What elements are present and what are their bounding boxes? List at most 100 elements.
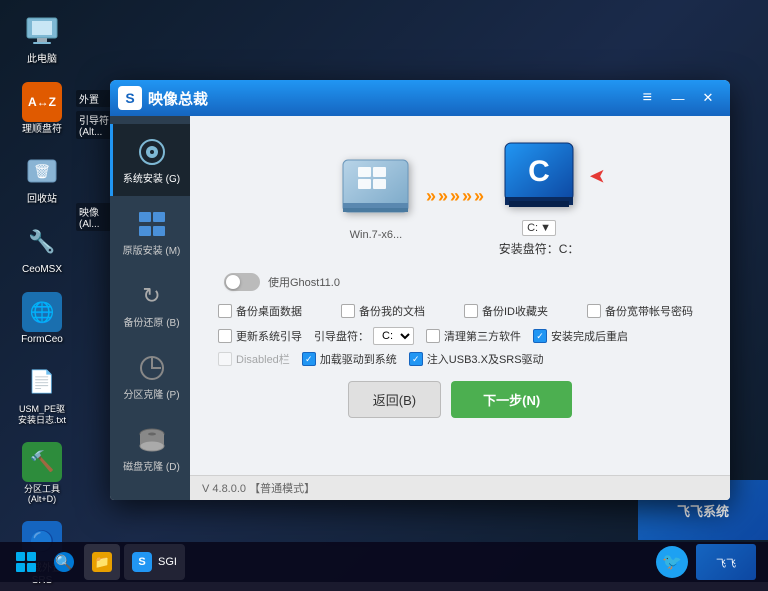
sgi-icon: S bbox=[132, 552, 152, 572]
app-window: S 映像总裁 ≡ — ✕ bbox=[110, 80, 730, 500]
checkbox-update-bootloader[interactable] bbox=[218, 329, 232, 343]
desktop-icon-usm[interactable]: 📄 USM_PE驱安装日志.txt bbox=[8, 358, 76, 430]
menu-icon[interactable]: ≡ bbox=[643, 89, 652, 107]
action-buttons: 返回(B) 下一步(N) bbox=[348, 381, 572, 418]
image-label: 映像(Al... bbox=[76, 203, 112, 231]
twitter-icon[interactable]: 🐦 bbox=[656, 546, 688, 578]
tray-brand-icon: 飞飞 bbox=[696, 544, 756, 580]
close-button[interactable]: ✕ bbox=[694, 87, 722, 109]
sidebar-item-disk-clone[interactable]: 磁盘克隆 (D) bbox=[110, 412, 190, 484]
checkbox-inject-usb3[interactable] bbox=[409, 352, 423, 366]
sidebar-item-original-install[interactable]: 原版安装 (M) bbox=[110, 196, 190, 268]
checkbox-add-drivers[interactable] bbox=[302, 352, 316, 366]
option-clear-third-party[interactable]: 清理第三方软件 bbox=[426, 328, 521, 344]
sidebar-item-system-install[interactable]: 系统安装 (G) bbox=[110, 124, 190, 196]
ceomsx-icon: 🔧 bbox=[22, 222, 62, 262]
app-title: 映像总裁 bbox=[148, 88, 643, 109]
checkbox-backup-desktop[interactable] bbox=[218, 304, 232, 318]
toggle-knob bbox=[226, 275, 240, 289]
cortana-icon: 🔍 bbox=[54, 552, 74, 572]
option-backup-wifi[interactable]: 备份宽带帐号密码 bbox=[587, 303, 702, 319]
taskbar-tray: 🐦 飞飞 bbox=[656, 544, 756, 580]
checkbox-backup-collections[interactable] bbox=[464, 304, 478, 318]
arrow-2: » bbox=[438, 186, 448, 207]
options-row2: 更新系统引导 引导盘符： C: D: E: 清理第三方 bbox=[214, 327, 706, 345]
desktop-icon-computer[interactable]: 此电脑 bbox=[8, 8, 76, 70]
ghost-toggle-row: 使用Ghost11.0 bbox=[214, 273, 340, 291]
checkbox-backup-wifi[interactable] bbox=[587, 304, 601, 318]
label-backup-collections: 备份ID收藏夹 bbox=[482, 303, 548, 319]
sort-label: 理顺盘符 bbox=[22, 124, 62, 136]
tool-icon: 🔨 bbox=[22, 442, 62, 482]
checkbox-backup-docs[interactable] bbox=[341, 304, 355, 318]
app-logo-letter: S bbox=[125, 90, 134, 106]
target-dropdown-container: C: ▼ bbox=[522, 220, 556, 236]
arrow-5: » bbox=[474, 186, 484, 207]
options-row1: 备份桌面数据 备份我的文档 备份ID收藏夹 备份宽带帐号密码 bbox=[214, 303, 706, 319]
usm-icon: 📄 bbox=[22, 362, 62, 402]
checkbox-reboot-after[interactable] bbox=[533, 329, 547, 343]
taskbar-explorer[interactable]: 📁 bbox=[84, 544, 120, 580]
option-update-bootloader[interactable]: 更新系统引导 bbox=[218, 328, 302, 344]
usm-label: USM_PE驱安装日志.txt bbox=[18, 404, 66, 426]
ghost-toggle-label: 使用Ghost11.0 bbox=[268, 274, 340, 290]
label-update-bootloader: 更新系统引导 bbox=[236, 328, 302, 344]
desktop-icon-recycle[interactable]: 🗑 回收站 bbox=[8, 148, 76, 210]
start-button[interactable] bbox=[4, 544, 48, 580]
option-disabled: Disabled栏 bbox=[218, 351, 290, 367]
extra-icons: 外置 引导符(Alt... 映像(Al... bbox=[76, 90, 112, 231]
desktop-icon-tool[interactable]: 🔨 分区工具(Alt+D) bbox=[8, 438, 76, 510]
arrows-flow: » » » » » bbox=[426, 186, 484, 207]
red-arrow-icon: ➤ bbox=[589, 164, 606, 189]
desktop-icon-ceomsx[interactable]: 🔧 CeoMSX bbox=[8, 218, 76, 280]
target-disk-dropdown[interactable]: C: ▼ bbox=[522, 220, 556, 236]
label-backup-docs: 备份我的文档 bbox=[359, 303, 425, 319]
option-add-drivers[interactable]: 加载驱动到系统 bbox=[302, 351, 397, 367]
taskbar-search[interactable]: 🔍 bbox=[48, 544, 80, 580]
partition-clone-label: 分区克隆 (P) bbox=[123, 390, 179, 402]
option-backup-collections[interactable]: 备份ID收藏夹 bbox=[464, 303, 579, 319]
tool-label: 分区工具(Alt+D) bbox=[24, 484, 60, 506]
taskbar-items: 🔍 📁 S SGI bbox=[48, 544, 656, 580]
ceomsx-label: CeoMSX bbox=[22, 264, 62, 276]
back-button[interactable]: 返回(B) bbox=[348, 381, 441, 418]
content-area: Win.7-x6... » » » » » bbox=[190, 116, 730, 475]
option-backup-desktop[interactable]: 备份桌面数据 bbox=[218, 303, 333, 319]
desktop: 此电脑 A↔Z 理顺盘符 🗑 回收站 🔧 CeoMSX 🌐 FormCeo bbox=[0, 0, 768, 582]
label-inject-usb3: 注入USB3.X及SRS驱动 bbox=[427, 351, 544, 367]
title-controls: — ✕ bbox=[664, 87, 722, 109]
version-bar: V 4.8.0.0 【普通模式】 bbox=[190, 475, 730, 500]
source-disk-label: Win.7-x6... bbox=[350, 229, 403, 241]
sidebar-item-backup-restore[interactable]: ↻ 备份还原 (B) bbox=[110, 268, 190, 340]
ghost-toggle-switch[interactable] bbox=[224, 273, 260, 291]
sort-icon: A↔Z bbox=[22, 82, 62, 122]
recycle-label: 回收站 bbox=[27, 194, 57, 206]
option-inject-usb3[interactable]: 注入USB3.X及SRS驱动 bbox=[409, 351, 544, 367]
desktop-icons-left: 此电脑 A↔Z 理顺盘符 🗑 回收站 🔧 CeoMSX 🌐 FormCeo bbox=[8, 8, 76, 591]
bootloader-select-group: 引导盘符： C: D: E: bbox=[314, 327, 414, 345]
label-disabled: Disabled栏 bbox=[236, 351, 290, 367]
arrow-1: » bbox=[426, 186, 436, 207]
desktop-icon-sort[interactable]: A↔Z 理顺盘符 bbox=[8, 78, 76, 140]
option-reboot-after[interactable]: 安装完成后重启 bbox=[533, 328, 628, 344]
minimize-button[interactable]: — bbox=[664, 87, 692, 109]
title-bar: S 映像总裁 ≡ — ✕ bbox=[110, 80, 730, 116]
desktop-icon-formceo[interactable]: 🌐 FormCeo bbox=[8, 288, 76, 350]
source-disk-icon bbox=[336, 153, 416, 223]
target-disk-icon: C bbox=[494, 136, 584, 216]
checkbox-clear-third-party[interactable] bbox=[426, 329, 440, 343]
bootloader-drive-select[interactable]: C: D: E: bbox=[373, 327, 414, 345]
next-button[interactable]: 下一步(N) bbox=[451, 381, 572, 418]
taskbar: 🔍 📁 S SGI 🐦 飞飞 bbox=[0, 542, 768, 582]
taskbar-sgi[interactable]: S SGI bbox=[124, 544, 185, 580]
original-install-icon bbox=[134, 206, 170, 242]
install-diagram: Win.7-x6... » » » » » bbox=[336, 136, 584, 257]
sidebar: 系统安装 (G) 原版安装 (M) bbox=[110, 116, 190, 500]
label-clear-third-party: 清理第三方软件 bbox=[444, 328, 521, 344]
version-text: V 4.8.0.0 【普通模式】 bbox=[202, 483, 315, 495]
sidebar-item-partition-clone[interactable]: 分区克隆 (P) bbox=[110, 340, 190, 412]
app-logo: S bbox=[118, 86, 142, 110]
backup-restore-icon: ↻ bbox=[134, 278, 170, 314]
option-backup-docs[interactable]: 备份我的文档 bbox=[341, 303, 456, 319]
source-disk: Win.7-x6... bbox=[336, 153, 416, 241]
